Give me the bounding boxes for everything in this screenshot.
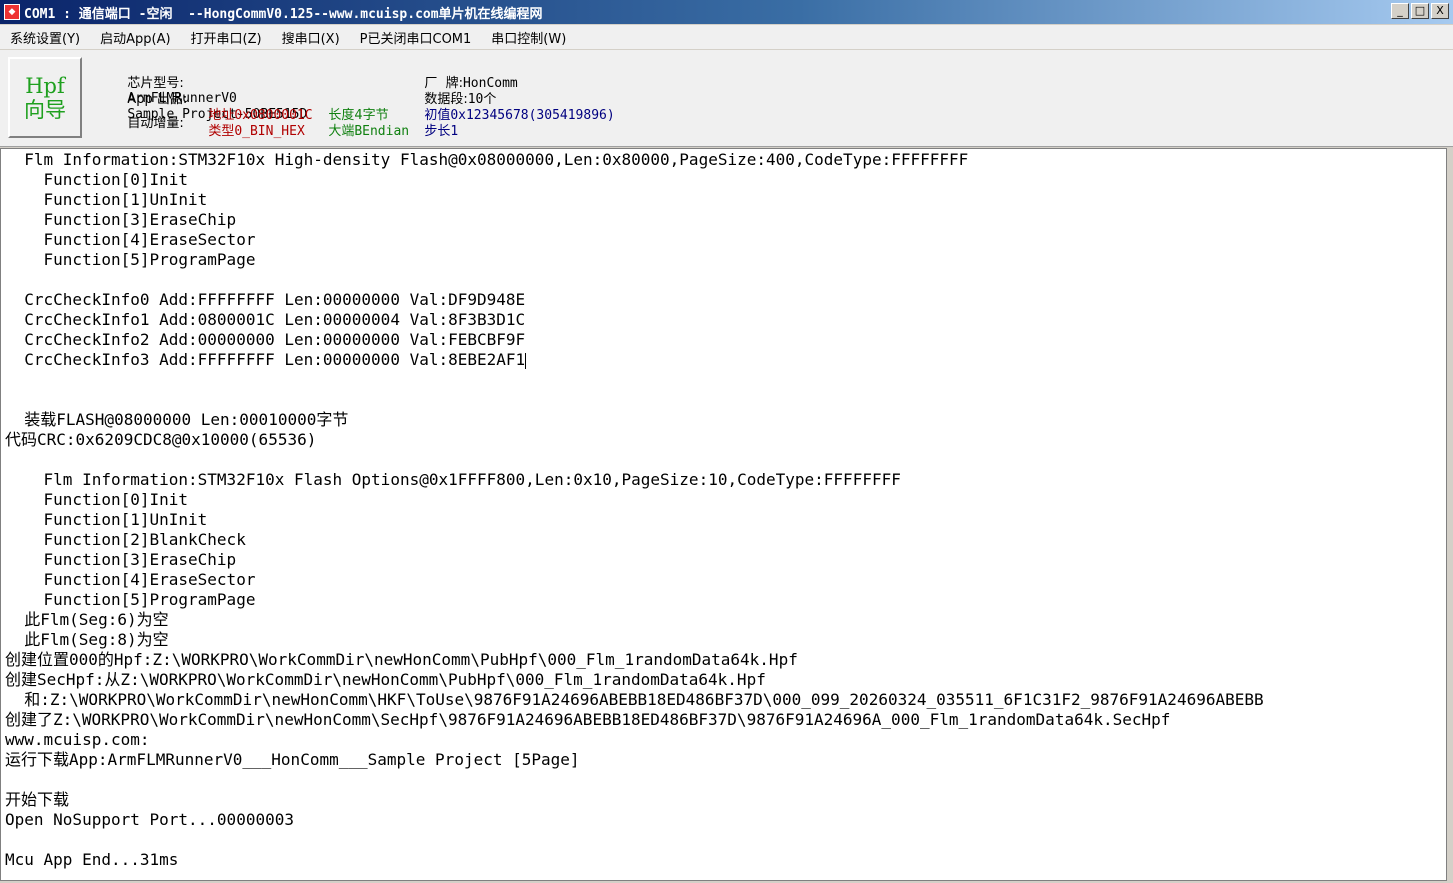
initial-value: 0x12345678(305419896) [450, 108, 615, 123]
log-line: 此Flm(Seg:6)为空 [5, 610, 169, 629]
log-line: CrcCheckInfo1 Add:0800001C Len:00000004 … [5, 310, 526, 329]
title-bar[interactable]: ◆ COM1 : 通信端口 -空闲 --HongCommV0.125--www.… [0, 0, 1453, 24]
log-content: Flm Information:STM32F10x High-density F… [1, 149, 1446, 870]
log-line: Function[4]EraseSector [5, 230, 256, 249]
log-line: 代码CRC:0x6209CDC8@0x10000(65536) [5, 430, 317, 449]
log-line: CrcCheckInfo0 Add:FFFFFFFF Len:00000000 … [5, 290, 526, 309]
menu-port-control[interactable]: 串口控制(W) [481, 28, 576, 47]
menu-search-port[interactable]: 搜串口(X) [272, 28, 350, 47]
log-line: Function[0]Init [5, 170, 189, 189]
menu-port-status[interactable]: P已关闭串口COM1 [350, 28, 482, 47]
log-output-area[interactable]: Flm Information:STM32F10x High-density F… [0, 148, 1447, 881]
log-line: Flm Information:STM32F10x High-density F… [5, 150, 969, 169]
step-value: 1 [450, 124, 459, 139]
log-line: 装载FLASH@08000000 Len:00010000字节 [5, 410, 349, 429]
log-line: Function[1]UnInit [5, 190, 208, 209]
window-title: COM1 : 通信端口 -空闲 --HongCommV0.125--www.mc… [24, 6, 543, 22]
log-line: Flm Information:STM32F10x Flash Options@… [5, 470, 901, 489]
info-panel: Hpf 向导 芯片型号: ArmFLMRunnerV0 厂 牌:HonComm … [0, 50, 1453, 147]
app-icon[interactable]: ◆ [4, 4, 20, 20]
type-value: 0_BIN_HEX [234, 124, 305, 139]
log-line: Function[3]EraseChip [5, 210, 237, 229]
log-line: 创建了Z:\WORKPRO\WorkCommDir\newHonComm\Sec… [5, 710, 1171, 729]
log-line: 创建位置000的Hpf:Z:\WORKPRO\WorkCommDir\newHo… [5, 650, 798, 669]
type-label: 类型 [208, 124, 235, 139]
log-line: 运行下载App:ArmFLMRunnerV0___HonComm___Sampl… [5, 750, 580, 769]
menu-bar: 系统设置(Y) 启动App(A) 打开串口(Z) 搜串口(X) P已关闭串口CO… [0, 25, 1453, 49]
auto-increment-label-row: 自动增量: [96, 97, 184, 146]
endian-label: 大端 [328, 124, 355, 139]
menu-open-port[interactable]: 打开串口(Z) [181, 28, 272, 47]
step-label: 步长 [424, 124, 451, 139]
log-line: 创建SecHpf:从Z:\WORKPRO\WorkCommDir\newHonC… [5, 670, 766, 689]
log-line: 开始下载 [5, 790, 70, 809]
log-line: www.mcuisp.com: [5, 730, 150, 749]
log-line: Mcu App End...31ms [5, 850, 179, 869]
minimize-button[interactable]: _ [1391, 3, 1409, 19]
step-row: 步长1 [393, 105, 458, 154]
log-line: Function[4]EraseSector [5, 570, 256, 589]
window-controls: _ □ X [1391, 3, 1449, 19]
auto-increment-label: 自动增量: [127, 116, 184, 131]
hpf-wizard-button[interactable]: Hpf 向导 [8, 57, 82, 138]
type-row: 类型0_BIN_HEX [177, 105, 305, 154]
log-line: 和:Z:\WORKPRO\WorkCommDir\newHonComm\HKF\… [5, 690, 1264, 709]
hpf-button-line2: 向导 [24, 97, 66, 122]
close-button[interactable]: X [1431, 3, 1449, 19]
menu-system-settings[interactable]: 系统设置(Y) [0, 28, 90, 47]
log-line: Open NoSupport Port...00000003 [5, 810, 294, 829]
log-line: Function[5]ProgramPage [5, 250, 256, 269]
log-line: CrcCheckInfo3 Add:FFFFFFFF Len:00000000 … [5, 350, 527, 369]
log-line: Function[5]ProgramPage [5, 590, 256, 609]
maximize-button[interactable]: □ [1411, 3, 1429, 19]
log-line: Function[1]UnInit [5, 510, 208, 529]
log-line: CrcCheckInfo2 Add:00000000 Len:00000000 … [5, 330, 526, 349]
log-line: 此Flm(Seg:8)为空 [5, 630, 169, 649]
menu-start-app[interactable]: 启动App(A) [90, 28, 180, 47]
text-cursor [525, 352, 527, 369]
hpf-button-line1: Hpf [25, 73, 65, 98]
log-line: Function[2]BlankCheck [5, 530, 246, 549]
log-line: Function[3]EraseChip [5, 550, 237, 569]
log-line: Function[0]Init [5, 490, 189, 509]
